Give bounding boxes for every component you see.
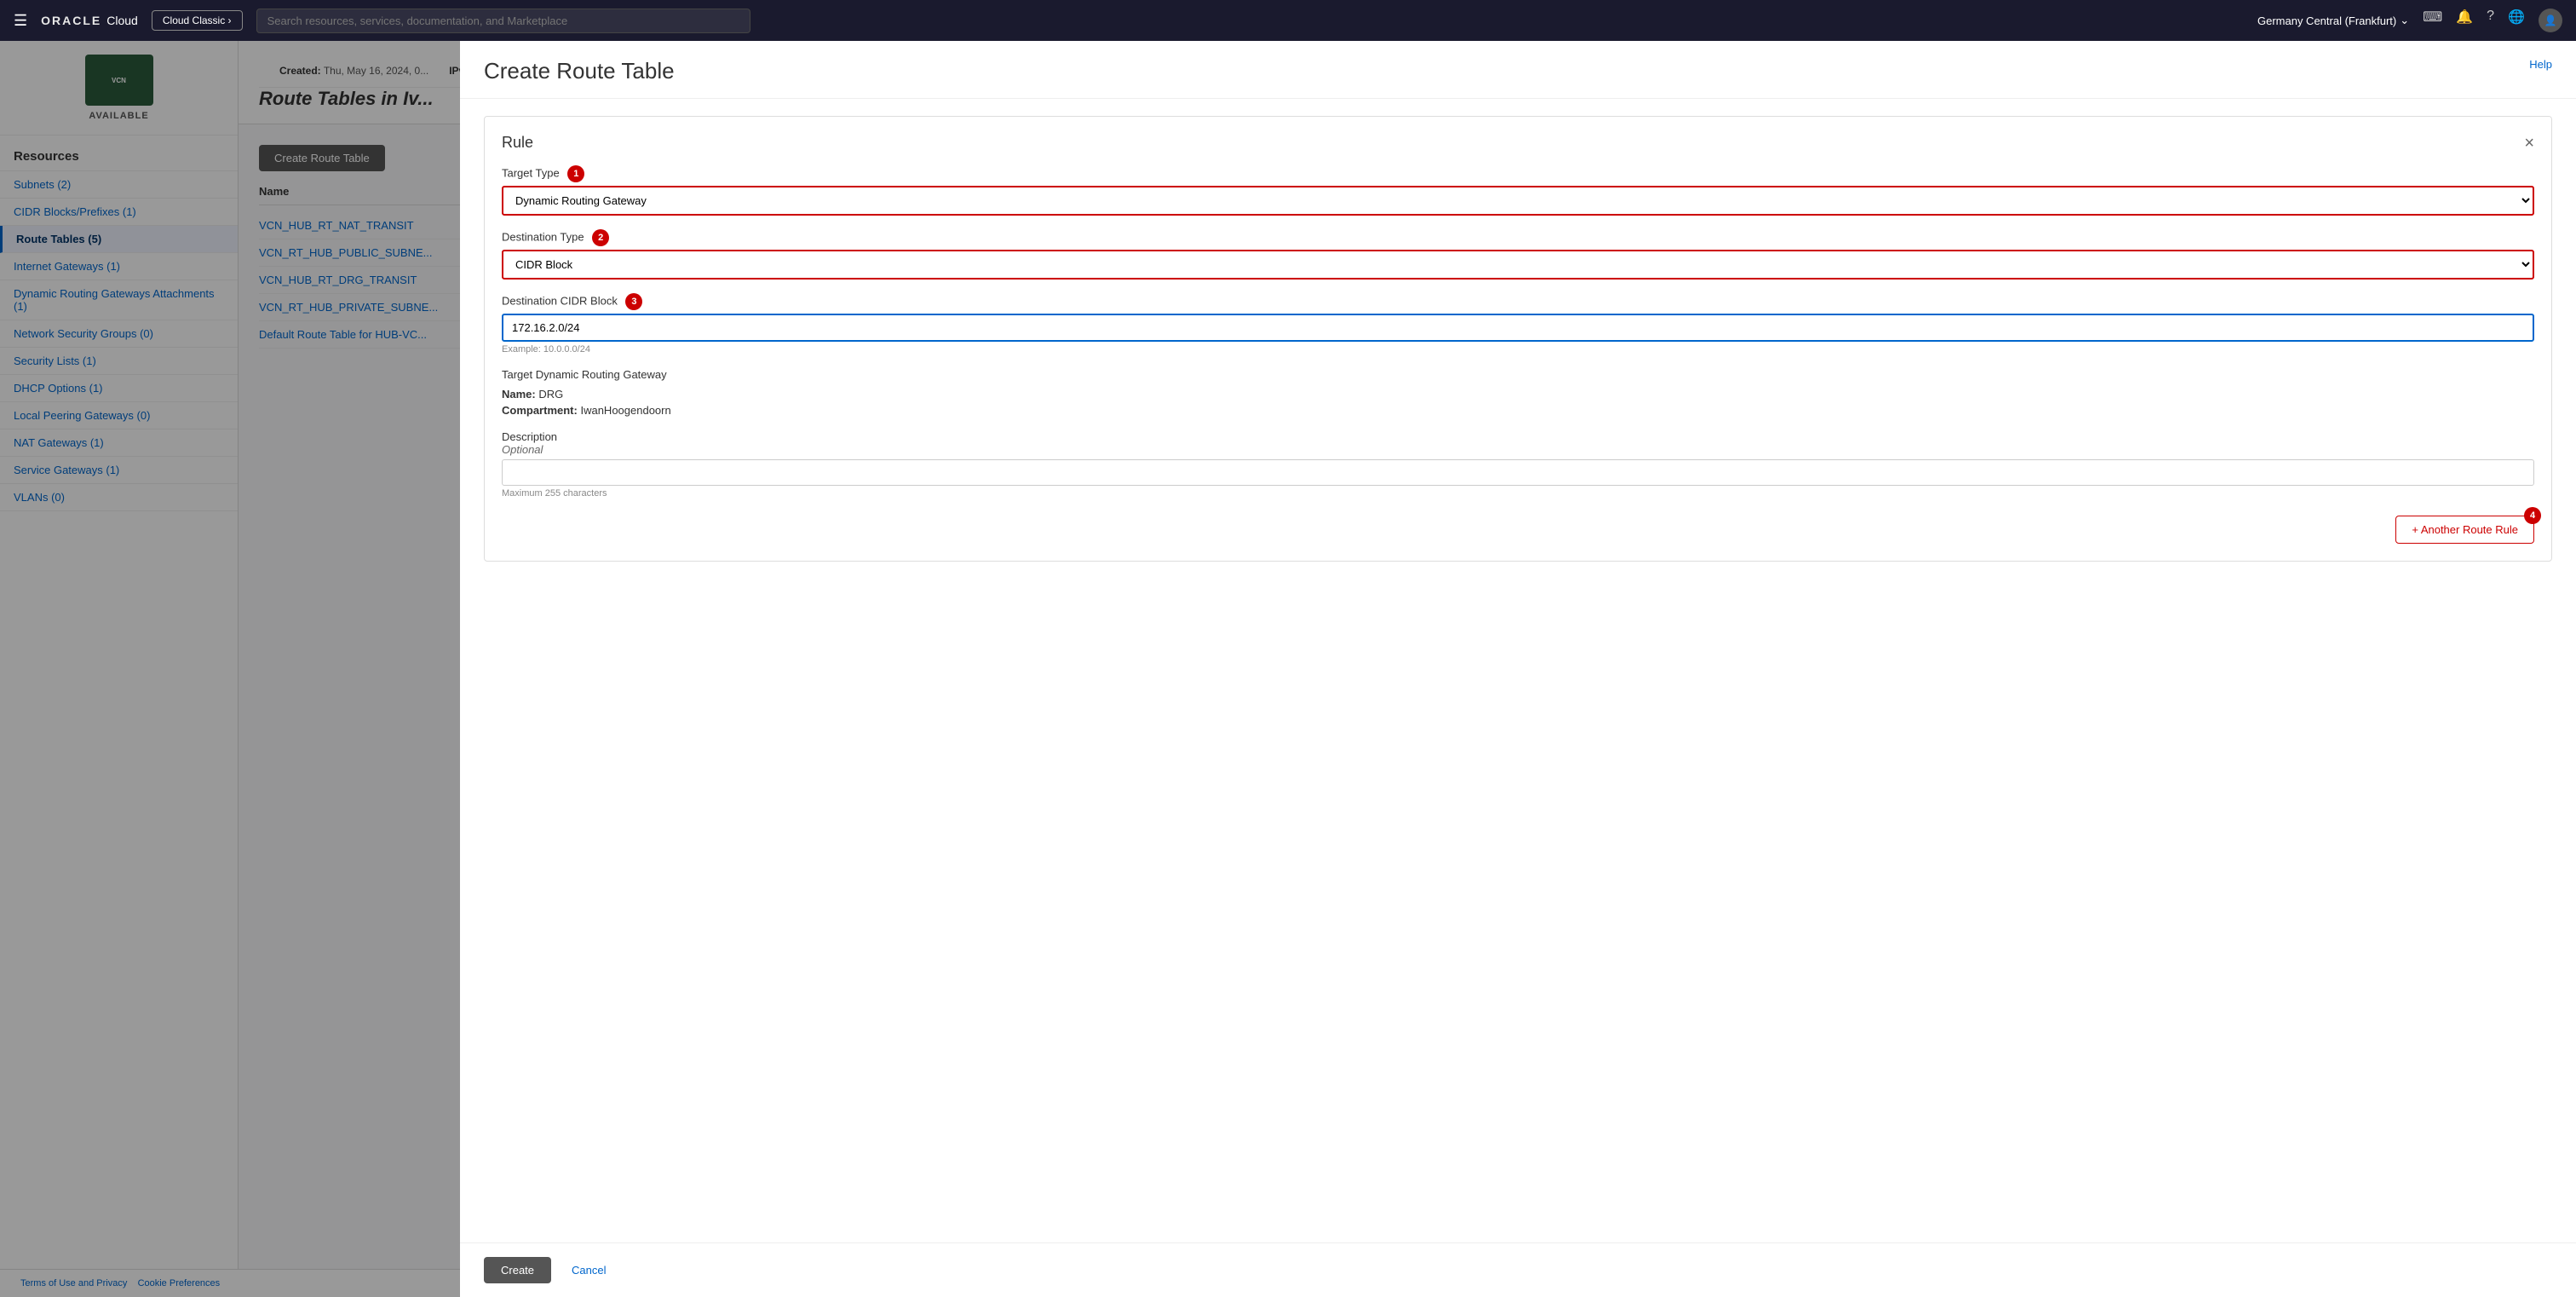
oracle-logo: ORACLE Cloud <box>41 14 138 27</box>
destination-type-label: Destination Type 2 <box>502 229 2534 246</box>
oracle-text: ORACLE <box>41 14 101 27</box>
destination-type-group: Destination Type 2 CIDR Block Service <box>502 229 2534 280</box>
modal-footer: Create Cancel <box>460 1242 2576 1297</box>
target-drg-info: Target Dynamic Routing Gateway Name: DRG… <box>502 368 2534 417</box>
drg-compartment-value: IwanHoogendoorn <box>580 404 670 417</box>
drg-compartment-label: Compartment: <box>502 404 578 417</box>
description-label: Description Optional <box>502 430 2534 456</box>
target-drg-compartment-row: Compartment: IwanHoogendoorn <box>502 404 2534 417</box>
top-navigation: ☰ ORACLE Cloud Cloud Classic › Germany C… <box>0 0 2576 41</box>
target-drg-title: Target Dynamic Routing Gateway <box>502 368 2534 381</box>
destination-type-select[interactable]: CIDR Block Service <box>502 250 2534 280</box>
region-selector[interactable]: Germany Central (Frankfurt) ⌄ <box>2257 14 2409 27</box>
modal-header: Create Route Table Help <box>460 41 2576 99</box>
avatar[interactable]: 👤 <box>2539 9 2562 32</box>
destination-cidr-hint: Example: 10.0.0.0/24 <box>502 344 2534 355</box>
step-4-badge: 4 <box>2524 507 2541 524</box>
drg-name-value: DRG <box>538 388 563 401</box>
hamburger-icon[interactable]: ☰ <box>14 12 27 30</box>
description-hint: Maximum 255 characters <box>502 488 2534 499</box>
modal-body: Rule × Target Type 1 Dynamic Routing Gat… <box>460 99 2576 1242</box>
globe-icon[interactable]: 🌐 <box>2508 9 2525 32</box>
target-type-label: Target Type 1 <box>502 165 2534 182</box>
step-3-badge: 3 <box>625 293 642 310</box>
region-label: Germany Central (Frankfurt) <box>2257 14 2396 27</box>
destination-cidr-input[interactable] <box>502 314 2534 342</box>
modal-help-link[interactable]: Help <box>2529 58 2552 71</box>
rule-card: Rule × Target Type 1 Dynamic Routing Gat… <box>484 116 2552 562</box>
cancel-button[interactable]: Cancel <box>561 1257 616 1283</box>
step-1-badge: 1 <box>567 165 584 182</box>
nav-right-area: Germany Central (Frankfurt) ⌄ ⌨ 🔔 ? 🌐 👤 <box>2257 9 2562 32</box>
modal-title: Create Route Table <box>484 58 675 84</box>
target-drg-name-row: Name: DRG <box>502 388 2534 401</box>
description-group: Description Optional Maximum 255 charact… <box>502 430 2534 499</box>
cloud-text: Cloud <box>106 14 138 27</box>
step-2-badge: 2 <box>592 229 609 246</box>
rule-card-header: Rule × <box>502 134 2534 152</box>
chevron-down-icon: ⌄ <box>2400 14 2409 27</box>
add-route-rule-button[interactable]: + Another Route Rule <box>2395 516 2534 544</box>
notification-icon[interactable]: 🔔 <box>2456 9 2473 32</box>
rule-close-button[interactable]: × <box>2524 135 2534 152</box>
nav-icon-group: ⌨ 🔔 ? 🌐 👤 <box>2423 9 2562 32</box>
search-input[interactable] <box>256 9 750 33</box>
target-type-select[interactable]: Dynamic Routing Gateway Internet Gateway… <box>502 186 2534 216</box>
help-icon[interactable]: ? <box>2487 9 2494 32</box>
destination-cidr-label: Destination CIDR Block 3 <box>502 293 2534 310</box>
create-route-table-modal: Create Route Table Help Rule × Target Ty… <box>460 41 2576 1297</box>
target-type-group: Target Type 1 Dynamic Routing Gateway In… <box>502 165 2534 216</box>
drg-name-label: Name: <box>502 388 536 401</box>
cloud-classic-button[interactable]: Cloud Classic › <box>152 10 243 31</box>
description-optional: Optional <box>502 443 2534 456</box>
destination-cidr-group: Destination CIDR Block 3 Example: 10.0.0… <box>502 293 2534 355</box>
add-rule-wrapper: + Another Route Rule 4 <box>502 516 2534 544</box>
create-button[interactable]: Create <box>484 1257 551 1283</box>
rule-section-title: Rule <box>502 134 533 152</box>
terminal-icon[interactable]: ⌨ <box>2423 9 2442 32</box>
description-input[interactable] <box>502 459 2534 486</box>
